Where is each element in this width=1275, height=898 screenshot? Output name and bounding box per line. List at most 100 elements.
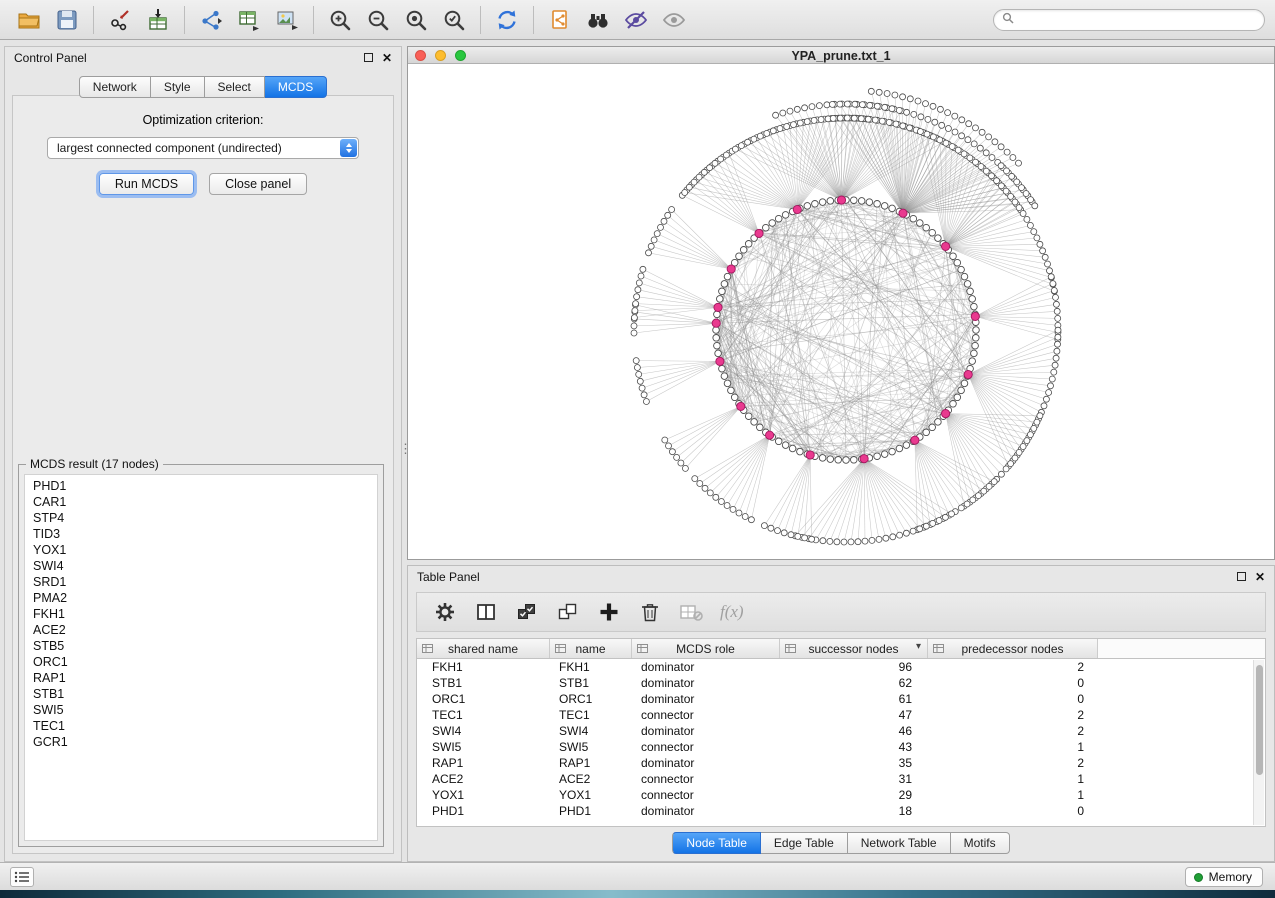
- control-panel-tab[interactable]: Network: [79, 76, 151, 98]
- column-header[interactable]: successor nodes ▾: [780, 639, 928, 658]
- run-mcds-button[interactable]: Run MCDS: [99, 173, 194, 195]
- mcds-result-node[interactable]: CAR1: [25, 494, 377, 510]
- search-field[interactable]: [993, 9, 1265, 31]
- table-scrollbar[interactable]: [1253, 660, 1264, 825]
- zoom-selected-icon[interactable]: [435, 4, 473, 36]
- table-tab[interactable]: Network Table: [848, 832, 951, 854]
- zoom-fit-icon[interactable]: [397, 4, 435, 36]
- table-row[interactable]: PHD1 PHD1 dominator 18 0: [417, 803, 1253, 819]
- table-settings-gear-icon[interactable]: [433, 600, 457, 624]
- maximize-window-icon[interactable]: [455, 50, 466, 61]
- mcds-result-node[interactable]: TID3: [25, 526, 377, 542]
- search-input[interactable]: [1019, 13, 1256, 27]
- mcds-result-node[interactable]: SWI5: [25, 702, 377, 718]
- cell-name: YOX1: [550, 788, 632, 802]
- column-header[interactable]: predecessor nodes ▾: [928, 639, 1098, 658]
- control-panel-tab[interactable]: Select: [205, 76, 265, 98]
- cell-mcds-role: connector: [632, 788, 780, 802]
- close-window-icon[interactable]: [415, 50, 426, 61]
- column-header[interactable]: name ▾: [550, 639, 632, 658]
- cell-predecessor-nodes: 1: [928, 772, 1098, 786]
- hide-glasses-icon[interactable]: [617, 4, 655, 36]
- table-row[interactable]: SWI5 SWI5 connector 43 1: [417, 739, 1253, 755]
- table-row[interactable]: SWI4 SWI4 dominator 46 2: [417, 723, 1253, 739]
- share-document-icon[interactable]: [541, 4, 579, 36]
- delete-column-icon[interactable]: [638, 600, 662, 624]
- zoom-in-icon[interactable]: [321, 4, 359, 36]
- network-graph[interactable]: [408, 64, 1274, 559]
- control-panel-tab[interactable]: Style: [151, 76, 205, 98]
- show-eye-icon[interactable]: [655, 4, 693, 36]
- function-builder-icon[interactable]: f(x): [720, 602, 744, 622]
- mcds-result-node[interactable]: PHD1: [25, 478, 377, 494]
- table-tab[interactable]: Edge Table: [761, 832, 848, 854]
- zoom-out-icon[interactable]: [359, 4, 397, 36]
- import-table-icon[interactable]: [139, 4, 177, 36]
- task-list-icon[interactable]: [10, 867, 34, 887]
- mcds-result-node[interactable]: STB1: [25, 686, 377, 702]
- mcds-result-node[interactable]: YOX1: [25, 542, 377, 558]
- export-image-icon[interactable]: [268, 4, 306, 36]
- cell-mcds-role: dominator: [632, 724, 780, 738]
- table-row[interactable]: TEC1 TEC1 connector 47 2: [417, 707, 1253, 723]
- import-network-icon[interactable]: [101, 4, 139, 36]
- mcds-result-list[interactable]: PHD1 CAR1 STP4 TID3 YOX1 SWI4 SRD1 PMA2 …: [24, 474, 378, 841]
- control-panel-tab[interactable]: MCDS: [265, 76, 327, 98]
- close-table-panel-icon[interactable]: ✕: [1255, 571, 1265, 583]
- table-row[interactable]: STB1 STB1 dominator 62 0: [417, 675, 1253, 691]
- select-stepper-icon: [340, 139, 357, 157]
- column-header-label: shared name: [448, 642, 518, 656]
- delete-table-icon[interactable]: [679, 600, 703, 624]
- optimization-criterion-label: Optimization criterion:: [13, 113, 393, 127]
- float-table-panel-icon[interactable]: [1237, 570, 1246, 584]
- node-table: shared name ▾ name ▾ MCDS role: [416, 638, 1266, 827]
- column-header[interactable]: MCDS role ▾: [632, 639, 780, 658]
- table-tab[interactable]: Motifs: [951, 832, 1010, 854]
- mcds-result-node[interactable]: SRD1: [25, 574, 377, 590]
- mcds-result-node[interactable]: RAP1: [25, 670, 377, 686]
- mcds-result-node[interactable]: ACE2: [25, 622, 377, 638]
- mcds-result-node[interactable]: GCR1: [25, 734, 377, 750]
- table-tab[interactable]: Node Table: [672, 832, 761, 854]
- save-session-icon[interactable]: [48, 4, 86, 36]
- search-binoculars-icon[interactable]: [579, 4, 617, 36]
- sort-chevron-icon[interactable]: ▾: [916, 641, 921, 652]
- table-row[interactable]: RAP1 RAP1 dominator 35 2: [417, 755, 1253, 771]
- mcds-result-node[interactable]: STB5: [25, 638, 377, 654]
- cell-shared-name: PHD1: [417, 804, 550, 818]
- float-panel-icon[interactable]: [364, 51, 373, 65]
- cell-name: RAP1: [550, 756, 632, 770]
- mcds-result-node[interactable]: TEC1: [25, 718, 377, 734]
- add-column-icon[interactable]: [597, 600, 621, 624]
- cell-predecessor-nodes: 0: [928, 692, 1098, 706]
- table-row[interactable]: YOX1 YOX1 connector 29 1: [417, 787, 1253, 803]
- mcds-result-node[interactable]: STP4: [25, 510, 377, 526]
- table-row[interactable]: FKH1 FKH1 dominator 96 2: [417, 659, 1253, 675]
- mcds-result-node[interactable]: FKH1: [25, 606, 377, 622]
- panel-splitter-handle[interactable]: ⋮: [399, 444, 407, 474]
- memory-button[interactable]: Memory: [1185, 867, 1263, 887]
- mcds-result-node[interactable]: PMA2: [25, 590, 377, 606]
- close-panel-icon[interactable]: ✕: [382, 52, 392, 64]
- minimize-window-icon[interactable]: [435, 50, 446, 61]
- cell-mcds-role: dominator: [632, 804, 780, 818]
- show-columns-icon[interactable]: [474, 600, 498, 624]
- network-view[interactable]: [408, 64, 1274, 559]
- select-all-rows-icon[interactable]: [515, 600, 539, 624]
- table-scrollbar-thumb[interactable]: [1256, 665, 1263, 775]
- open-session-icon[interactable]: [10, 4, 48, 36]
- column-header[interactable]: shared name ▾: [417, 639, 550, 658]
- export-network-icon[interactable]: [192, 4, 230, 36]
- refresh-layout-icon[interactable]: [488, 4, 526, 36]
- export-table-icon[interactable]: [230, 4, 268, 36]
- deselect-all-rows-icon[interactable]: [556, 600, 580, 624]
- mcds-result-node[interactable]: ORC1: [25, 654, 377, 670]
- mcds-tab-panel: Optimization criterion: largest connecte…: [12, 95, 394, 854]
- table-row[interactable]: ORC1 ORC1 dominator 61 0: [417, 691, 1253, 707]
- criterion-select[interactable]: largest connected component (undirected): [47, 137, 359, 159]
- close-panel-button[interactable]: Close panel: [209, 173, 307, 195]
- cell-mcds-role: connector: [632, 708, 780, 722]
- mcds-result-node[interactable]: SWI4: [25, 558, 377, 574]
- table-row[interactable]: ACE2 ACE2 connector 31 1: [417, 771, 1253, 787]
- cell-name: ACE2: [550, 772, 632, 786]
